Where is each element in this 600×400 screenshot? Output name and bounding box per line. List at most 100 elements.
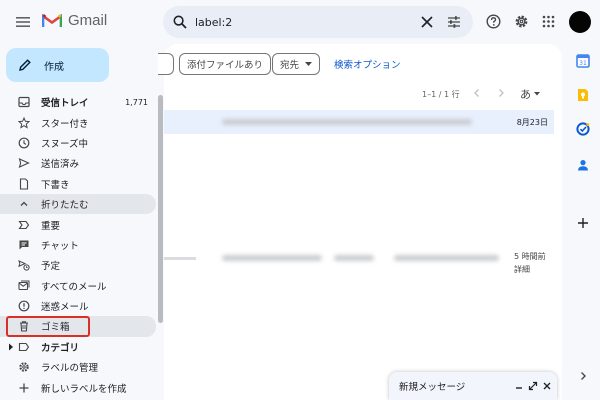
input-tools-button[interactable]: あ	[520, 86, 540, 102]
help-icon[interactable]	[486, 14, 501, 29]
avatar[interactable]	[569, 11, 591, 33]
important-icon	[18, 220, 30, 229]
main-panel: 添付ファイルあり 宛先 検索オプション 1–1 / 1 行 あ 8月23日 5 …	[158, 44, 562, 400]
minimize-icon[interactable]	[514, 381, 524, 391]
chat-icon	[19, 240, 29, 250]
app-name: Gmail	[68, 12, 108, 29]
search-bar[interactable]	[163, 6, 473, 38]
filter-label: 添付ファイルあり	[187, 60, 264, 71]
sidebar-item-manage-labels[interactable]: ラベルの管理	[0, 357, 156, 377]
chevron-up-icon	[20, 201, 28, 207]
email-row[interactable]: 8月23日	[164, 110, 554, 134]
compose-button[interactable]: 作成	[6, 48, 109, 82]
email-time: 5 時間前	[514, 252, 546, 261]
pencil-icon	[19, 59, 31, 71]
trash-highlight-box	[6, 316, 90, 337]
sidebar-item-label: ラベルの管理	[41, 363, 99, 375]
sidebar-item-label: スター付き	[41, 118, 89, 130]
sidebar-item-label: 新しいラベルを作成	[41, 383, 127, 395]
sidebar-item-all-mail[interactable]: すべてのメール	[0, 276, 156, 296]
sidebar-item-label: スヌーズ中	[41, 138, 89, 150]
gmail-m-icon	[42, 13, 62, 27]
email-row[interactable]: 5 時間前 詳細	[164, 244, 554, 274]
sidebar-item-label: 予定	[41, 261, 61, 273]
keep-icon[interactable]	[576, 88, 590, 102]
sidebar-scrollbar[interactable]	[158, 95, 163, 323]
contacts-icon[interactable]	[576, 158, 590, 172]
tasks-icon[interactable]	[576, 122, 590, 136]
all-mail-icon	[18, 280, 30, 290]
close-icon[interactable]	[421, 16, 433, 28]
sidebar-item-label: 受信トレイ	[41, 98, 89, 110]
chevron-right-icon[interactable]	[578, 371, 588, 381]
input-tools-label: あ	[520, 88, 531, 101]
send-icon	[18, 158, 30, 169]
blurred-email-text	[394, 255, 499, 261]
svg-text:31: 31	[579, 60, 587, 67]
sidebar-nav: 受信トレイ 1,771 スター付き スヌーズ中 送信済み 下書き 折りたたむ 重…	[0, 92, 156, 398]
spam-icon	[18, 300, 30, 312]
sidebar-item-label: 下書き	[41, 179, 70, 191]
chevron-left-icon[interactable]	[472, 88, 482, 98]
sidebar-item-label: 重要	[41, 220, 61, 232]
gmail-logo[interactable]: Gmail	[42, 12, 107, 29]
row-divider	[164, 257, 196, 260]
unread-count: 1,771	[125, 97, 148, 107]
sidebar-item-starred[interactable]: スター付き	[0, 112, 156, 132]
close-icon[interactable]	[542, 381, 552, 391]
scheduled-send-icon	[18, 260, 30, 271]
sidebar-item-label: 迷惑メール	[41, 302, 89, 314]
sidebar-item-drafts[interactable]: 下書き	[0, 174, 156, 194]
blurred-email-text	[222, 255, 322, 261]
search-options-icon[interactable]	[447, 15, 461, 29]
pagination-range: 1–1 / 1 行	[422, 90, 460, 99]
chevron-down-icon	[305, 61, 313, 66]
clock-icon	[18, 137, 30, 149]
sidebar-item-label: 送信済み	[41, 159, 80, 171]
sidebar-item-label: 折りたたむ	[41, 200, 89, 212]
sidebar-item-snoozed[interactable]: スヌーズ中	[0, 133, 156, 153]
has-attachment-filter[interactable]: 添付ファイルあり	[179, 53, 272, 75]
draft-file-icon	[19, 178, 29, 190]
sidebar-item-create-label[interactable]: 新しいラベルを作成	[0, 377, 156, 397]
search-input[interactable]	[195, 15, 415, 29]
blurred-email-text	[222, 119, 472, 125]
gear-icon[interactable]	[514, 14, 529, 29]
sidebar-item-scheduled[interactable]: 予定	[0, 255, 156, 275]
hamburger-icon	[16, 17, 30, 27]
sidebar-item-label: カテゴリ	[41, 342, 80, 354]
sidebar-item-label: すべてのメール	[41, 281, 107, 293]
chevron-right-icon[interactable]	[496, 88, 506, 98]
sidebar-item-collapse[interactable]: 折りたたむ	[0, 193, 156, 215]
sidebar-item-important[interactable]: 重要	[0, 214, 156, 234]
sidebar-item-chat[interactable]: チャット	[0, 235, 156, 255]
caret-right-icon[interactable]	[8, 343, 14, 351]
gear-icon	[19, 362, 29, 372]
label-icon	[18, 342, 30, 351]
sidebar-item-sent[interactable]: 送信済み	[0, 153, 156, 173]
add-addon-icon[interactable]	[576, 216, 590, 230]
sidebar-item-inbox[interactable]: 受信トレイ 1,771	[0, 92, 156, 112]
compose-label: 作成	[44, 61, 64, 73]
email-date: 8月23日	[516, 118, 548, 127]
plus-icon	[19, 383, 29, 393]
new-message-window[interactable]: 新規メッセージ	[389, 372, 557, 400]
new-message-title: 新規メッセージ	[399, 382, 466, 393]
blurred-email-text	[334, 255, 374, 261]
advanced-search-link[interactable]: 検索オプション	[334, 57, 401, 71]
filter-chip-partial[interactable]	[158, 53, 174, 75]
filter-label: 宛先	[280, 60, 300, 71]
expand-icon[interactable]	[528, 381, 538, 391]
calendar-icon[interactable]: 31	[576, 54, 590, 68]
inbox-icon	[18, 97, 30, 108]
to-filter[interactable]: 宛先	[272, 53, 321, 75]
email-details-link[interactable]: 詳細	[514, 263, 530, 276]
star-icon	[18, 116, 30, 129]
search-icon[interactable]	[173, 15, 187, 29]
caret-down-icon	[534, 92, 540, 96]
main-menu-button[interactable]	[16, 15, 30, 29]
sidebar-item-categories[interactable]: カテゴリ	[0, 337, 156, 357]
apps-grid-icon[interactable]	[541, 14, 556, 29]
sidebar-item-spam[interactable]: 迷惑メール	[0, 296, 156, 316]
sidebar-item-label: チャット	[41, 240, 79, 252]
